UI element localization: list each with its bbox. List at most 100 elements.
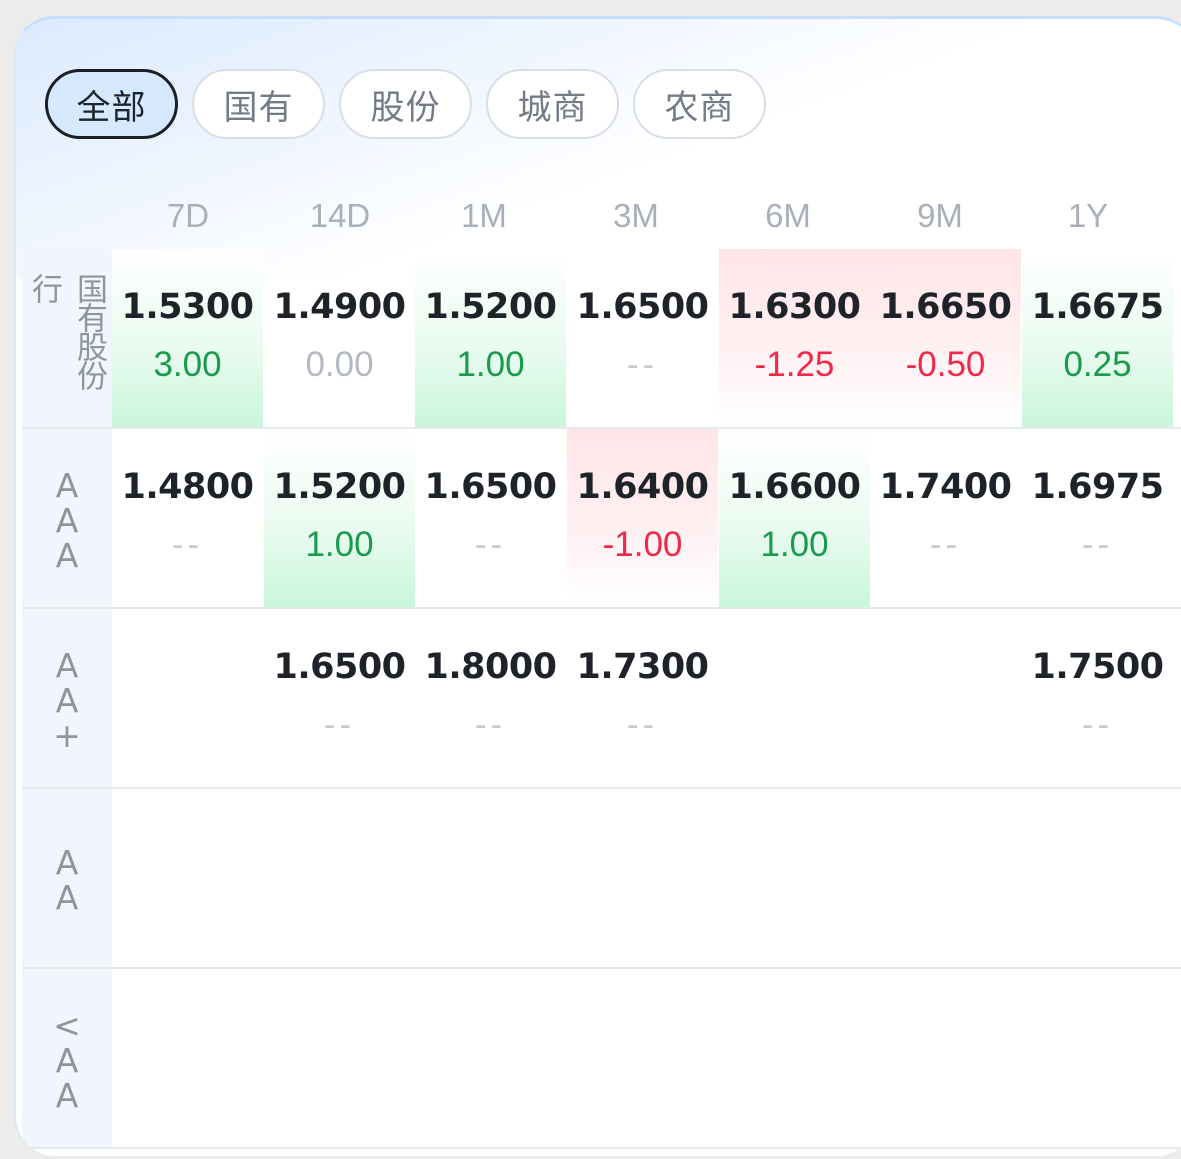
rate-cell <box>870 969 1021 1147</box>
row-label: 国有股份行 <box>22 249 112 427</box>
rate-cell <box>870 609 1021 787</box>
rate-cell[interactable]: 1.6500 -- <box>415 429 566 607</box>
rate-cell <box>264 969 415 1147</box>
rate-cell <box>112 969 263 1147</box>
rate-value: 1.6500 <box>424 467 557 507</box>
filter-joint-stock[interactable]: 股份 <box>339 69 472 139</box>
tenor-header-row: 7D 14D 1M 3M 6M 9M 1Y <box>112 197 1174 241</box>
rate-change: -- <box>1081 525 1114 564</box>
rate-change: -- <box>171 525 204 564</box>
rate-change: -- <box>474 705 507 744</box>
rate-cell <box>719 789 870 967</box>
tenor-header: 9M <box>917 197 963 234</box>
filter-all[interactable]: 全部 <box>45 69 178 139</box>
tenor-header: 6M <box>765 197 811 234</box>
rate-cell[interactable]: 1.6500 -- <box>567 249 718 427</box>
rate-value: 1.7400 <box>879 467 1012 507</box>
rate-cell <box>567 969 718 1147</box>
rate-value: 1.7500 <box>1031 647 1164 687</box>
rate-cell[interactable]: 1.5300 3.00 <box>112 249 263 427</box>
rating-row: 国有股份行 1.5300 3.00 1.4900 0.00 1.5200 1.00 1.650… <box>22 249 1181 429</box>
rate-value: 1.5200 <box>273 467 406 507</box>
rate-cell[interactable]: 1.4900 0.00 <box>264 249 415 427</box>
filter-state-owned[interactable]: 国有 <box>192 69 325 139</box>
rate-change: 3.00 <box>153 345 222 384</box>
rate-cell[interactable]: 1.6500 -- <box>264 609 415 787</box>
rate-cell <box>112 789 263 967</box>
filter-rural-commercial[interactable]: 农商 <box>633 69 766 139</box>
rate-cell <box>415 969 566 1147</box>
rating-row: AA <box>22 789 1181 969</box>
rate-cell[interactable]: 1.6975 -- <box>1022 429 1173 607</box>
rate-change: -- <box>626 345 659 384</box>
tenor-header: 1M <box>461 197 507 234</box>
rate-change: 1.00 <box>305 525 374 564</box>
rate-grid: 国有股份行 1.5300 3.00 1.4900 0.00 1.5200 1.00 1.650… <box>22 249 1181 1149</box>
rate-cell[interactable]: 1.5200 1.00 <box>264 429 415 607</box>
rate-value: 1.6975 <box>1031 467 1164 507</box>
rate-change: -- <box>929 525 962 564</box>
rate-cell[interactable]: 1.6400 -1.00 <box>567 429 718 607</box>
rate-value: 1.6500 <box>273 647 406 687</box>
rate-cell <box>1022 789 1173 967</box>
rate-cell <box>870 789 1021 967</box>
rate-value: 1.6675 <box>1031 287 1164 327</box>
rate-cell[interactable]: 1.6675 0.25 <box>1022 249 1173 427</box>
tenor-header: 14D <box>309 197 371 234</box>
rate-value: 1.6650 <box>879 287 1012 327</box>
rate-change: 1.00 <box>760 525 829 564</box>
row-label: <AA <box>22 969 112 1147</box>
rate-cell[interactable]: 1.4800 -- <box>112 429 263 607</box>
row-label: AAA <box>22 429 112 607</box>
rate-change: -- <box>1081 705 1114 744</box>
rate-cell <box>719 609 870 787</box>
rate-panel-card: 全部 国有 股份 城商 农商 7D 14D 1M 3M 6M 9M 1Y 国有股… <box>14 16 1181 1156</box>
row-label-text: AA <box>47 843 87 913</box>
rate-value: 1.4800 <box>121 467 254 507</box>
rate-change: -1.00 <box>602 525 683 564</box>
rate-cell[interactable]: 1.6300 -1.25 <box>719 249 870 427</box>
row-label-text: <AA <box>47 1005 87 1111</box>
tenor-header: 1Y <box>1067 197 1109 234</box>
rate-value: 1.6400 <box>576 467 709 507</box>
bank-type-filter-bar: 全部 国有 股份 城商 农商 <box>45 69 766 139</box>
rate-change: 1.00 <box>456 345 525 384</box>
row-label: AA <box>22 789 112 967</box>
tenor-header: 7D <box>166 197 210 234</box>
rate-cell[interactable]: 1.6650 -0.50 <box>870 249 1021 427</box>
rate-change: -0.50 <box>905 345 986 384</box>
rating-row: AA+ 1.6500 -- 1.8000 -- 1.7300 -- 1.7500 -- <box>22 609 1181 789</box>
rate-value: 1.6500 <box>576 287 709 327</box>
rate-cell[interactable]: 1.8000 -- <box>415 609 566 787</box>
rate-change: -- <box>323 705 356 744</box>
rate-cell <box>264 789 415 967</box>
rate-cell <box>719 969 870 1147</box>
rate-value: 1.5200 <box>424 287 557 327</box>
rate-change: 0.25 <box>1063 345 1132 384</box>
rate-value: 1.4900 <box>273 287 406 327</box>
rate-value: 1.6600 <box>728 467 861 507</box>
rate-cell[interactable]: 1.7300 -- <box>567 609 718 787</box>
rate-value: 1.5300 <box>121 287 254 327</box>
rating-row: <AA <box>22 969 1181 1149</box>
rate-cell[interactable]: 1.7400 -- <box>870 429 1021 607</box>
rate-cell <box>415 789 566 967</box>
row-label-text: 国有股份行 <box>26 273 107 389</box>
rate-change: -1.25 <box>754 345 835 384</box>
rate-cell[interactable]: 1.5200 1.00 <box>415 249 566 427</box>
rate-value: 1.6300 <box>728 287 861 327</box>
row-label: AA+ <box>22 609 112 787</box>
rate-cell <box>112 609 263 787</box>
rate-cell[interactable]: 1.7500 -- <box>1022 609 1173 787</box>
rate-value: 1.8000 <box>424 647 557 687</box>
rate-value: 1.7300 <box>576 647 709 687</box>
row-label-text: AA+ <box>47 645 87 751</box>
filter-city-commercial[interactable]: 城商 <box>486 69 619 139</box>
tenor-header: 3M <box>613 197 659 234</box>
rating-row: AAA 1.4800 -- 1.5200 1.00 1.6500 -- 1.6400 -1.00… <box>22 429 1181 609</box>
rate-change: 0.00 <box>305 345 374 384</box>
rate-cell <box>567 789 718 967</box>
row-label-text: AAA <box>47 465 87 571</box>
rate-change: -- <box>474 525 507 564</box>
rate-cell[interactable]: 1.6600 1.00 <box>719 429 870 607</box>
